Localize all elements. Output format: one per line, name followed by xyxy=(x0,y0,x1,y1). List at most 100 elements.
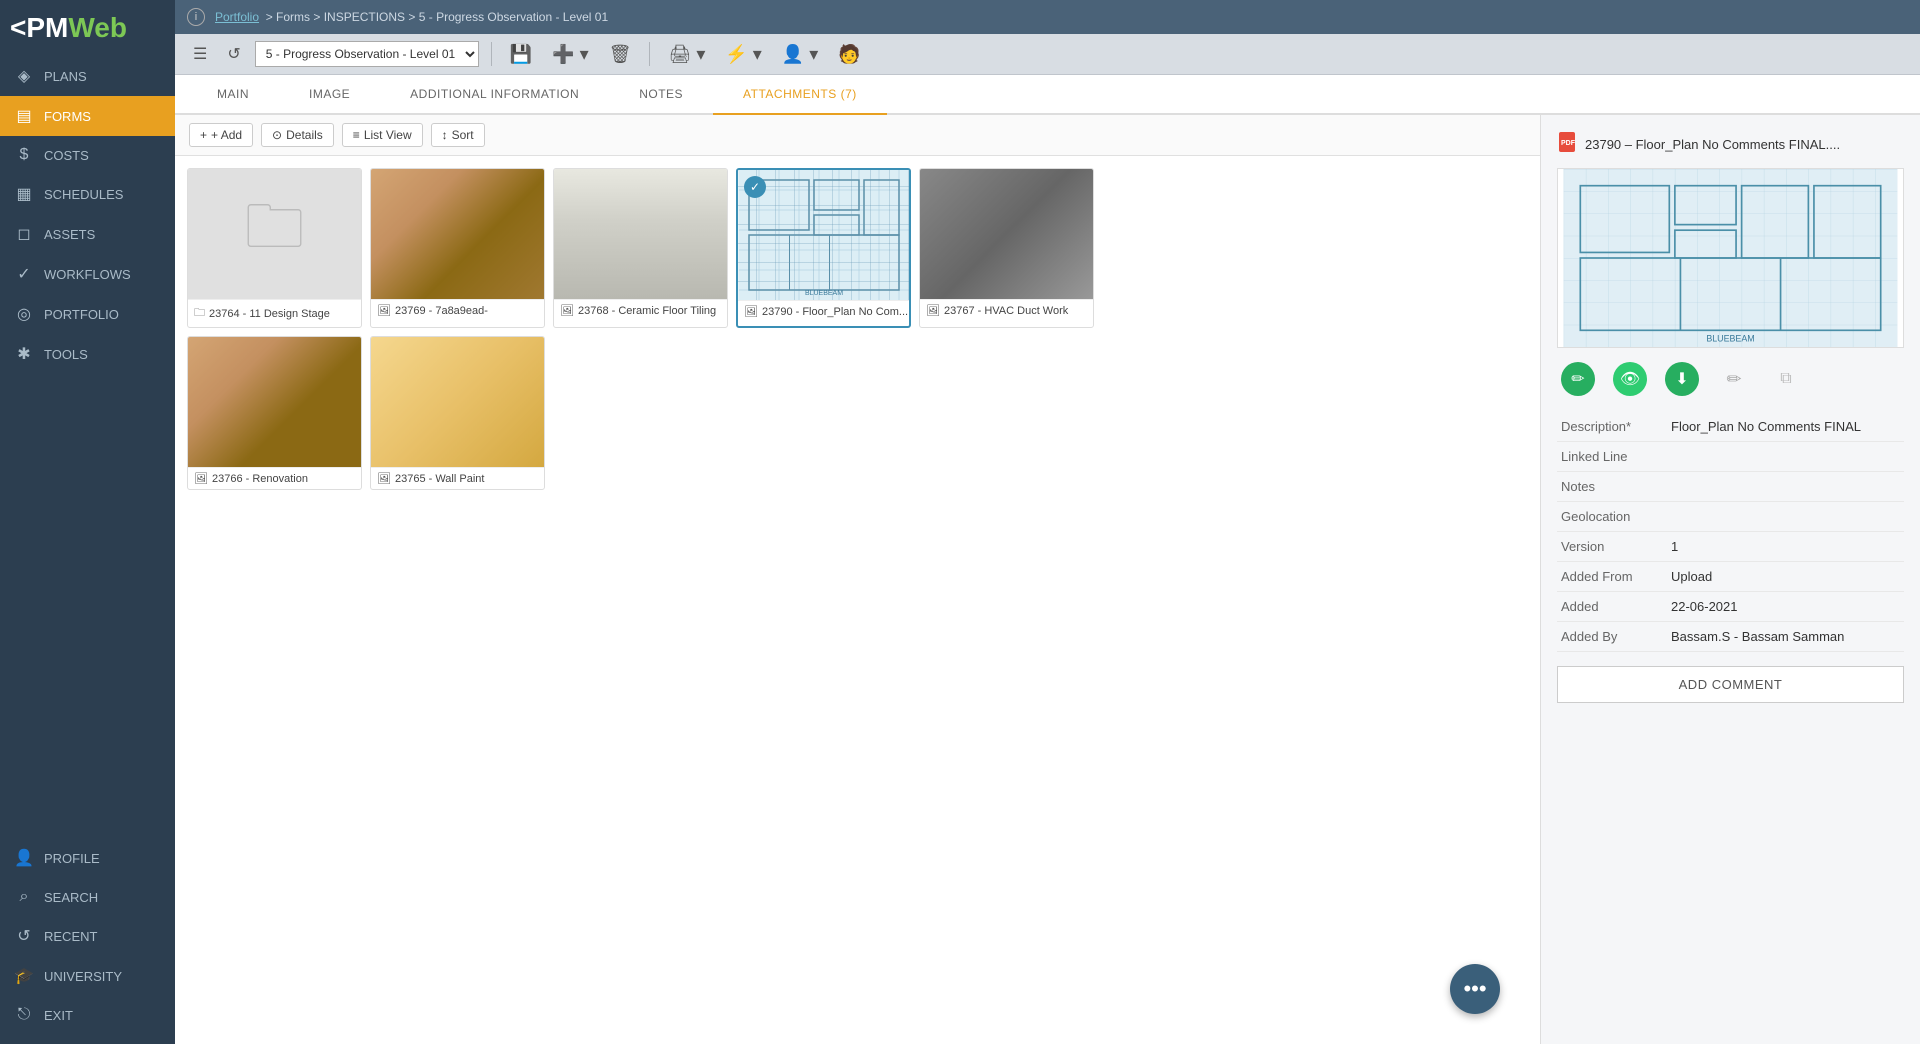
selected-badge: ✓ xyxy=(744,176,766,198)
panel-actions: ✏ 👁 ⬇ ✏ ⧉ xyxy=(1557,362,1904,396)
fab-button[interactable]: ••• xyxy=(1450,964,1500,1014)
university-icon: 🎓 xyxy=(14,966,34,986)
gallery-item-label: 🖼 23790 - Floor_Plan No Com... xyxy=(738,300,909,322)
lightning-button[interactable]: ⚡ ▾ xyxy=(719,42,767,67)
tab-additional[interactable]: ADDITIONAL INFORMATION xyxy=(380,75,609,115)
detail-row-version: Version 1 xyxy=(1557,532,1904,562)
tools-icon: ✱ xyxy=(14,344,34,364)
detail-row-added-from: Added From Upload xyxy=(1557,562,1904,592)
gallery-item-label: 🗀 23764 - 11 Design Stage xyxy=(188,299,361,327)
add-comment-button[interactable]: ADD COMMENT xyxy=(1557,666,1904,703)
detail-row-description: Description* Floor_Plan No Comments FINA… xyxy=(1557,412,1904,442)
sidebar-item-portfolio[interactable]: ◎ PORTFOLIO xyxy=(0,294,175,334)
sidebar-item-exit[interactable]: ⎋ EXIT xyxy=(0,996,175,1034)
sidebar-item-forms[interactable]: ▤ FORMS xyxy=(0,96,175,136)
gallery-item-23764[interactable]: 🗀 🗀 23764 - 11 Design Stage xyxy=(187,168,362,328)
sidebar-item-label: SEARCH xyxy=(44,890,98,905)
sidebar-navigation: ◈ PLANS ▤ FORMS $ COSTS ▦ SCHEDULES ◻ AS… xyxy=(0,56,175,838)
gallery-item-23790[interactable]: ✓ xyxy=(736,168,911,328)
sort-button[interactable]: ↕ Sort xyxy=(431,123,485,147)
gallery-item-image xyxy=(188,337,361,467)
tab-notes[interactable]: NOTES xyxy=(609,75,713,115)
sidebar-item-workflows[interactable]: ✓ WORKFLOWS xyxy=(0,254,175,294)
main-content: i Portfolio > Forms > INSPECTIONS > 5 - … xyxy=(175,0,1920,1044)
plus-icon: + xyxy=(200,128,207,142)
costs-icon: $ xyxy=(14,146,34,164)
gallery-item-image xyxy=(371,337,544,467)
sidebar-item-tools[interactable]: ✱ TOOLS xyxy=(0,334,175,374)
profile-icon: 👤 xyxy=(14,848,34,868)
details-button[interactable]: ⊙ Details xyxy=(261,123,334,147)
view-icon[interactable]: 👁 xyxy=(1613,362,1647,396)
tab-image[interactable]: IMAGE xyxy=(279,75,380,115)
delete-button[interactable]: 🗑 xyxy=(603,42,638,67)
undo-button[interactable]: ↺ xyxy=(221,40,246,68)
person-button[interactable]: 🧑 xyxy=(832,42,866,67)
gallery-item-23768[interactable]: 🖼 23768 - Ceramic Floor Tiling xyxy=(553,168,728,328)
detail-label: Notes xyxy=(1557,472,1667,502)
print-button[interactable]: 🖨 ▾ xyxy=(662,42,711,67)
download-icon[interactable]: ⬇ xyxy=(1665,362,1699,396)
svg-text:BLUEBEAM: BLUEBEAM xyxy=(804,290,842,297)
gallery-item-image: ✓ xyxy=(738,170,909,300)
list-view-button[interactable]: ≡ List View xyxy=(342,123,423,147)
sidebar-item-costs[interactable]: $ COSTS xyxy=(0,136,175,174)
right-panel: PDF 23790 – Floor_Plan No Comments FINAL… xyxy=(1540,115,1920,1044)
sidebar-item-label: ASSETS xyxy=(44,227,95,242)
sidebar-item-label: PLANS xyxy=(44,69,87,84)
tab-attachments[interactable]: ATTACHMENTS (7) xyxy=(713,75,887,115)
details-icon: ⊙ xyxy=(272,128,282,142)
photo-icon: 🖼 xyxy=(194,472,208,485)
sidebar-item-search[interactable]: ⌕ SEARCH xyxy=(0,878,175,916)
detail-label: Added xyxy=(1557,592,1667,622)
menu-button[interactable]: ☰ xyxy=(187,40,213,68)
gallery-item-image: 🗀 xyxy=(188,169,361,299)
gallery-item-23767[interactable]: 🖼 23767 - HVAC Duct Work xyxy=(919,168,1094,328)
sidebar-item-label: WORKFLOWS xyxy=(44,267,131,282)
detail-row-notes: Notes xyxy=(1557,472,1904,502)
photo-icon: 🖼 xyxy=(744,305,758,318)
svg-text:PDF: PDF xyxy=(1561,140,1576,147)
gallery-grid: 🗀 🗀 23764 - 11 Design Stage 🖼 23769 - 7a… xyxy=(175,156,1540,502)
photo-icon: 🖼 xyxy=(377,472,391,485)
sidebar-item-recent[interactable]: ↺ RECENT xyxy=(0,916,175,956)
top-bar: i Portfolio > Forms > INSPECTIONS > 5 - … xyxy=(175,0,1920,34)
detail-row-linked-line: Linked Line xyxy=(1557,442,1904,472)
schedules-icon: ▦ xyxy=(14,184,34,204)
tab-main[interactable]: MAIN xyxy=(187,75,279,115)
detail-label: Linked Line xyxy=(1557,442,1667,472)
toolbar-separator-2 xyxy=(649,42,650,66)
gallery-item-23765[interactable]: 🖼 23765 - Wall Paint xyxy=(370,336,545,490)
gallery-item-23769[interactable]: 🖼 23769 - 7a8a9ead- xyxy=(370,168,545,328)
edit-icon[interactable]: ✏ xyxy=(1561,362,1595,396)
user-button[interactable]: 👤 ▾ xyxy=(776,42,824,67)
save-button[interactable]: 💾 xyxy=(504,42,538,67)
sidebar-item-label: UNIVERSITY xyxy=(44,969,122,984)
detail-value: 22-06-2021 xyxy=(1667,592,1904,622)
gallery-item-23766[interactable]: 🖼 23766 - Renovation xyxy=(187,336,362,490)
sidebar-item-label: EXIT xyxy=(44,1008,73,1023)
sidebar-item-profile[interactable]: 👤 PROFILE xyxy=(0,838,175,878)
copy-icon[interactable]: ⧉ xyxy=(1769,362,1803,396)
portfolio-breadcrumb-link[interactable]: Portfolio xyxy=(215,10,259,24)
add-attachment-button[interactable]: + + Add xyxy=(189,123,253,147)
fab-icon: ••• xyxy=(1463,976,1486,1002)
detail-label: Added By xyxy=(1557,622,1667,652)
plans-icon: ◈ xyxy=(14,66,34,86)
sidebar-item-label: SCHEDULES xyxy=(44,187,123,202)
sidebar-item-university[interactable]: 🎓 UNIVERSITY xyxy=(0,956,175,996)
sidebar-item-label: RECENT xyxy=(44,929,97,944)
info-icon[interactable]: i xyxy=(187,8,205,26)
sidebar-item-schedules[interactable]: ▦ SCHEDULES xyxy=(0,174,175,214)
sidebar-item-label: PROFILE xyxy=(44,851,100,866)
detail-row-added: Added 22-06-2021 xyxy=(1557,592,1904,622)
detail-value: Upload xyxy=(1667,562,1904,592)
pencil-icon[interactable]: ✏ xyxy=(1717,362,1751,396)
panel-filename: 23790 – Floor_Plan No Comments FINAL.... xyxy=(1585,137,1840,152)
detail-value xyxy=(1667,442,1904,472)
sidebar-item-assets[interactable]: ◻ ASSETS xyxy=(0,214,175,254)
add-button[interactable]: ➕ ▾ xyxy=(546,42,594,67)
record-selector[interactable]: 5 - Progress Observation - Level 01 xyxy=(255,41,479,67)
sidebar-item-plans[interactable]: ◈ PLANS xyxy=(0,56,175,96)
gallery-item-label: 🖼 23768 - Ceramic Floor Tiling xyxy=(554,299,727,321)
